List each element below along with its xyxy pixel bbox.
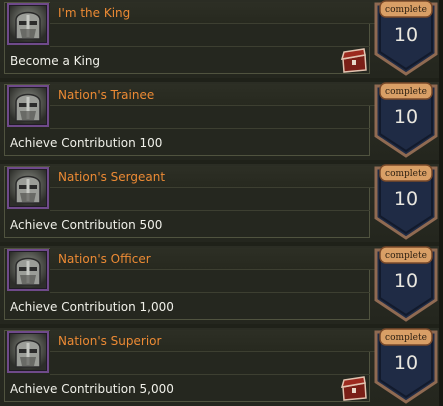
achievement-description: Achieve Contribution 100 bbox=[10, 136, 163, 150]
helmet-graphic bbox=[15, 175, 41, 204]
achievement-count: 10 bbox=[393, 188, 419, 210]
achievement-description: Become a King bbox=[10, 54, 101, 68]
achievement-row[interactable]: Nation's Officer Achieve Contribution 1,… bbox=[0, 246, 443, 324]
completion-badge: complete 10 bbox=[374, 164, 438, 240]
progress-area bbox=[50, 189, 370, 211]
achievement-count: 10 bbox=[393, 352, 419, 374]
completion-badge: complete 10 bbox=[374, 82, 438, 158]
achievement-title: Nation's Trainee bbox=[58, 88, 155, 102]
achievement-title: Nation's Officer bbox=[58, 252, 151, 266]
progress-area bbox=[50, 353, 370, 375]
achievement-count: 10 bbox=[393, 106, 419, 128]
treasure-chest-icon[interactable] bbox=[340, 376, 368, 402]
completion-badge: complete 10 bbox=[374, 0, 438, 76]
knight-helmet-icon bbox=[7, 85, 49, 127]
achievement-title: I'm the King bbox=[58, 6, 131, 20]
helmet-graphic bbox=[15, 339, 41, 368]
treasure-chest-icon[interactable] bbox=[340, 48, 368, 74]
status-label: complete bbox=[385, 87, 427, 97]
achievement-row[interactable]: Nation's Sergeant Achieve Contribution 5… bbox=[0, 164, 443, 242]
knight-helmet-icon bbox=[7, 3, 49, 45]
status-label: complete bbox=[385, 251, 427, 261]
status-label: complete bbox=[385, 333, 427, 343]
scrollbar-track[interactable] bbox=[439, 0, 443, 406]
helmet-graphic bbox=[15, 11, 41, 40]
helmet-graphic bbox=[15, 257, 41, 286]
achievement-row[interactable]: I'm the King Become a King complete 10 bbox=[0, 0, 443, 78]
achievement-description: Achieve Contribution 500 bbox=[10, 218, 163, 232]
achievement-description: Achieve Contribution 1,000 bbox=[10, 300, 174, 314]
achievement-row[interactable]: Nation's Trainee Achieve Contribution 10… bbox=[0, 82, 443, 160]
progress-area bbox=[50, 107, 370, 129]
status-label: complete bbox=[385, 169, 427, 179]
achievement-title: Nation's Superior bbox=[58, 334, 162, 348]
achievement-count: 10 bbox=[393, 270, 419, 292]
progress-area bbox=[50, 271, 370, 293]
completion-badge: complete 10 bbox=[374, 246, 438, 322]
achievement-count: 10 bbox=[393, 24, 419, 46]
achievement-title: Nation's Sergeant bbox=[58, 170, 166, 184]
achievement-row[interactable]: Nation's Superior Achieve Contribution 5… bbox=[0, 328, 443, 406]
knight-helmet-icon bbox=[7, 249, 49, 291]
completion-badge: complete 10 bbox=[374, 328, 438, 404]
progress-area bbox=[50, 25, 370, 47]
knight-helmet-icon bbox=[7, 167, 49, 209]
achievement-description: Achieve Contribution 5,000 bbox=[10, 382, 174, 396]
knight-helmet-icon bbox=[7, 331, 49, 373]
helmet-graphic bbox=[15, 93, 41, 122]
achievement-list: I'm the King Become a King complete 10 N… bbox=[0, 0, 443, 406]
status-label: complete bbox=[385, 5, 427, 15]
